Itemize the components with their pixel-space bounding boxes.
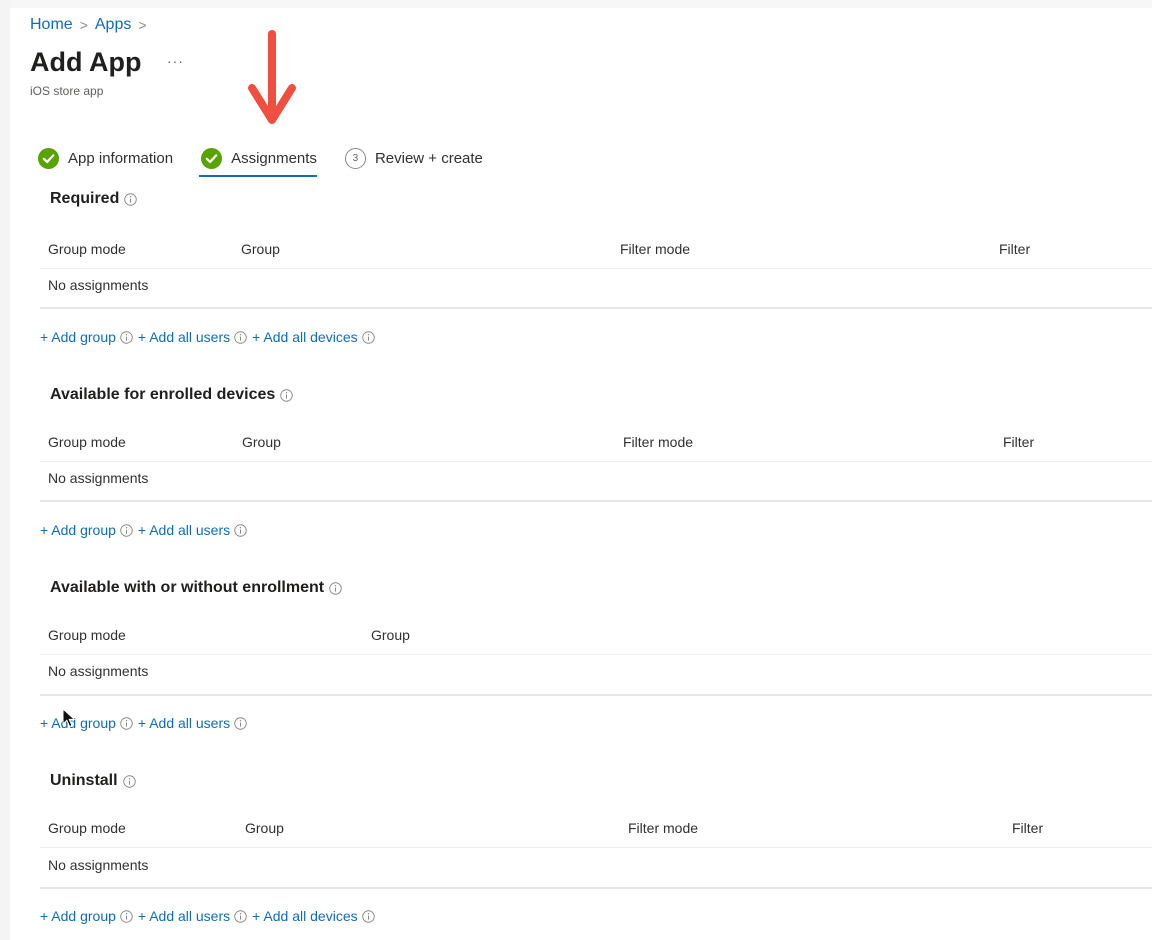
info-icon[interactable] — [234, 716, 247, 730]
step-label: Review + create — [374, 149, 483, 167]
info-icon[interactable] — [361, 909, 375, 923]
top-strip — [0, 0, 1152, 8]
empty-row-text: No assignments — [48, 470, 149, 486]
add-group-link[interactable]: + Add group — [40, 522, 138, 538]
info-icon[interactable] — [120, 909, 133, 923]
column-header-filter-mode: Filter mode — [623, 434, 694, 450]
header-divider — [40, 461, 1152, 462]
mouse-cursor-icon — [62, 708, 76, 728]
info-icon[interactable] — [361, 330, 375, 344]
link-text: + Add group — [40, 522, 116, 538]
empty-row-text: No assignments — [48, 857, 149, 873]
link-text: + Add all users — [137, 522, 231, 538]
column-header-filter: Filter — [1012, 820, 1044, 836]
red-down-arrow-icon — [248, 30, 296, 124]
info-icon[interactable] — [124, 192, 138, 206]
info-icon[interactable] — [234, 523, 247, 537]
add-all-devices-link[interactable]: + Add all devices — [252, 908, 379, 924]
column-header-group-mode: Group mode — [48, 434, 126, 450]
column-header-group-mode: Group mode — [48, 820, 126, 836]
info-icon[interactable] — [280, 388, 294, 402]
uninstall-actions: + Add group + Add all users + Add all de… — [40, 908, 380, 924]
link-text: + Add all users — [137, 329, 231, 345]
column-header-filter-mode: Filter mode — [628, 820, 699, 836]
breadcrumb-home[interactable]: Home — [30, 16, 73, 34]
info-icon[interactable] — [234, 909, 247, 923]
add-all-users-link[interactable]: + Add all users — [138, 908, 252, 924]
step-app-information[interactable]: App information — [38, 142, 173, 174]
column-header-filter: Filter — [999, 241, 1031, 257]
more-options-button[interactable]: ··· — [167, 53, 184, 69]
table-bottom-border — [40, 307, 1152, 309]
section-title-text: Uninstall — [50, 772, 118, 789]
left-edge — [0, 0, 10, 940]
info-icon[interactable] — [120, 523, 133, 537]
add-all-users-link[interactable]: + Add all users — [138, 522, 252, 538]
available-enrolled-actions: + Add group + Add all users — [40, 522, 252, 538]
link-text: + Add group — [40, 329, 116, 345]
add-all-users-link[interactable]: + Add all users — [138, 329, 252, 345]
add-all-users-link[interactable]: + Add all users — [138, 715, 252, 731]
add-group-link[interactable]: + Add group — [40, 908, 138, 924]
header-divider — [40, 847, 1152, 848]
column-header-group: Group — [371, 627, 410, 643]
step-review-create[interactable]: 3 Review + create — [344, 142, 483, 174]
check-circle-icon — [201, 147, 223, 169]
add-group-link[interactable]: + Add group — [40, 715, 138, 731]
link-text: + Add group — [40, 715, 116, 731]
breadcrumb-apps[interactable]: Apps — [95, 16, 131, 34]
section-title-text: Available with or without enrollment — [50, 579, 325, 596]
info-icon[interactable] — [234, 330, 247, 344]
add-group-link[interactable]: + Add group — [40, 329, 138, 345]
add-all-devices-link[interactable]: + Add all devices — [252, 329, 379, 345]
required-actions: + Add group + Add all users + Add all de… — [40, 329, 380, 345]
header-divider — [40, 654, 1152, 655]
step-label: App information — [68, 149, 174, 167]
column-header-group-mode: Group mode — [48, 241, 126, 257]
step-number-icon: 3 — [344, 147, 366, 169]
column-header-filter-mode: Filter mode — [620, 241, 691, 257]
link-text: + Add all devices — [252, 908, 358, 924]
chevron-right-icon: > — [79, 17, 88, 33]
section-title-available-enrolled: Available for enrolled devices — [50, 386, 294, 404]
table-bottom-border — [40, 887, 1152, 889]
info-icon[interactable] — [120, 330, 133, 344]
empty-row-text: No assignments — [48, 277, 149, 293]
chevron-right-icon: > — [138, 17, 147, 33]
wizard-steps: App information Assignments 3 Review + c… — [38, 142, 511, 177]
section-title-available-any: Available with or without enrollment — [50, 579, 342, 597]
table-bottom-border — [40, 694, 1152, 696]
column-header-group: Group — [245, 820, 284, 836]
column-header-group: Group — [242, 434, 281, 450]
table-bottom-border — [40, 500, 1152, 502]
column-header-filter: Filter — [1003, 434, 1035, 450]
link-text: + Add group — [40, 908, 116, 924]
step-assignments[interactable]: Assignments — [199, 142, 317, 177]
breadcrumb: Home > Apps > — [30, 16, 154, 34]
link-text: + Add all users — [137, 715, 231, 731]
section-title-required: Required — [50, 190, 138, 208]
page-subtitle: iOS store app — [30, 84, 104, 98]
empty-row-text: No assignments — [48, 663, 149, 679]
section-title-text: Available for enrolled devices — [50, 386, 276, 403]
column-header-group-mode: Group mode — [48, 627, 126, 643]
column-header-group: Group — [241, 241, 280, 257]
info-icon[interactable] — [122, 774, 136, 788]
step-label: Assignments — [231, 149, 317, 167]
header-divider — [40, 268, 1152, 269]
link-text: + Add all devices — [252, 329, 358, 345]
page-title: Add App — [30, 47, 142, 77]
link-text: + Add all users — [137, 908, 231, 924]
info-icon[interactable] — [120, 716, 133, 730]
section-title-text: Required — [50, 190, 120, 207]
info-icon[interactable] — [329, 581, 342, 595]
section-title-uninstall: Uninstall — [50, 772, 136, 790]
check-circle-icon — [38, 147, 59, 169]
